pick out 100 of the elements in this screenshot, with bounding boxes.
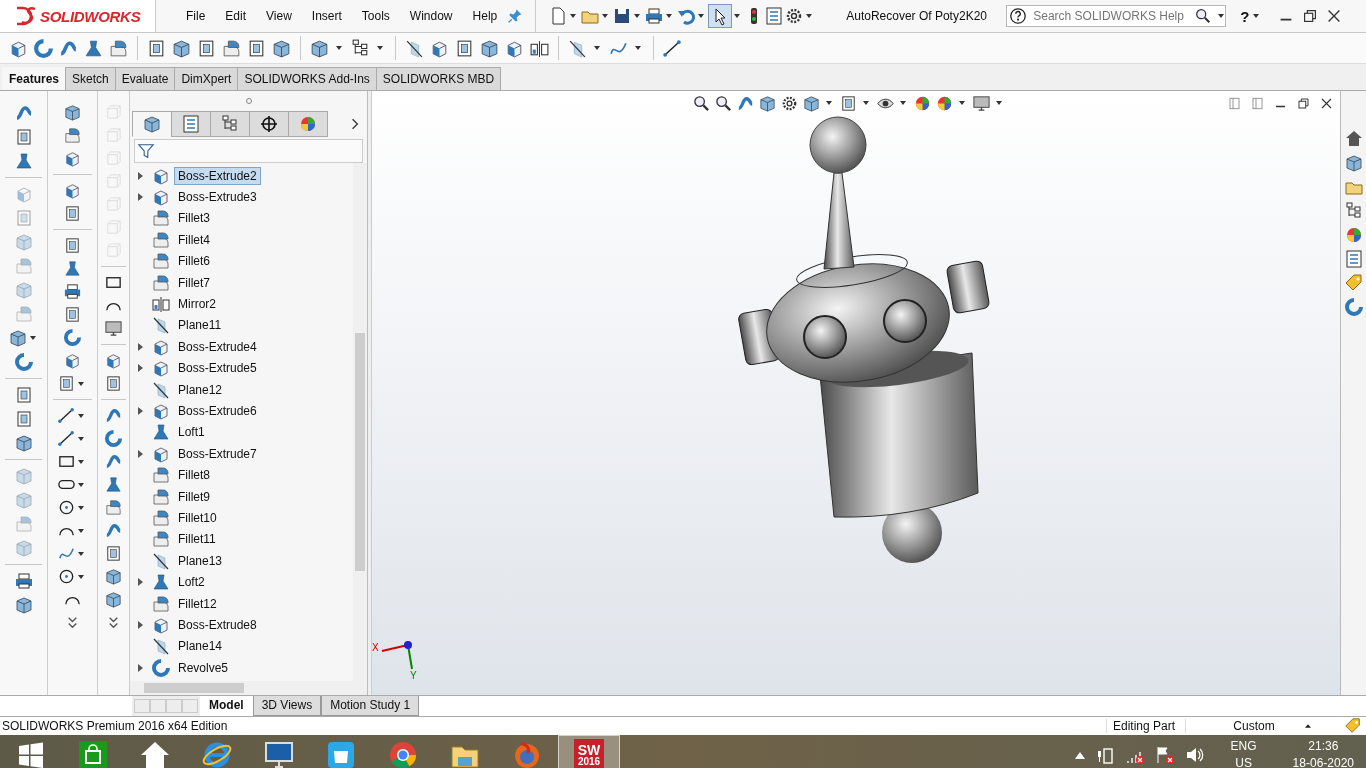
tree-item[interactable]: Boss-Extrude3 [174, 188, 261, 207]
expand-arrow-icon[interactable] [138, 663, 143, 672]
box-icon[interactable] [271, 37, 292, 59]
tree-item[interactable]: Plane13 [174, 551, 227, 570]
command-tab[interactable]: SOLIDWORKS Add-Ins [237, 67, 377, 90]
menu-item[interactable]: Help [462, 9, 508, 23]
command-tab[interactable]: Evaluate [114, 67, 176, 90]
restore-icon[interactable] [1296, 95, 1311, 111]
frame-icon[interactable] [63, 236, 82, 255]
caret-icon[interactable] [666, 14, 673, 18]
tag-icon[interactable] [1344, 717, 1362, 735]
region-text[interactable]: US [1235, 755, 1252, 768]
caret-icon[interactable] [1218, 14, 1225, 18]
expand-arrow-icon[interactable] [138, 407, 143, 415]
caret-icon[interactable] [78, 574, 84, 579]
command-tab[interactable]: Features [2, 67, 67, 90]
shopping-bag-icon[interactable] [325, 739, 357, 768]
command-tab[interactable]: SOLIDWORKS MBD [375, 67, 502, 90]
menu-item[interactable]: Insert [301, 9, 352, 23]
tree-item[interactable]: Boss-Extrude5 [174, 359, 261, 378]
zoom-icon[interactable] [714, 93, 733, 113]
clock-time[interactable]: 21:36 [1308, 738, 1339, 755]
print-icon[interactable] [644, 6, 665, 26]
box-icon[interactable] [479, 37, 500, 59]
tree-item[interactable]: Fillet9 [174, 487, 214, 506]
line-icon[interactable] [57, 429, 76, 448]
monitor-icon[interactable] [972, 93, 991, 113]
speaker-icon[interactable] [1184, 745, 1205, 765]
store-icon[interactable] [77, 739, 109, 768]
box-icon[interactable] [758, 93, 777, 113]
units-selector[interactable]: Custom [1206, 719, 1302, 733]
line-icon[interactable] [57, 406, 76, 425]
caret-icon[interactable] [635, 46, 641, 50]
tree-item[interactable]: Fillet8 [174, 466, 214, 485]
cube-icon[interactable] [63, 181, 82, 200]
box-icon[interactable] [13, 433, 34, 453]
caret-icon[interactable] [29, 336, 36, 340]
caret-icon[interactable] [863, 101, 869, 105]
caret-icon[interactable] [78, 413, 84, 418]
tree-item[interactable]: Fillet11 [174, 530, 220, 549]
tree-item[interactable]: Boss-Extrude7 [174, 444, 261, 463]
language-text[interactable]: ENG [1230, 738, 1257, 755]
house-icon[interactable] [139, 739, 171, 768]
command-tab[interactable]: Sketch [65, 67, 116, 90]
expand-arrow-icon[interactable] [138, 449, 143, 458]
caret-icon[interactable] [336, 46, 342, 50]
menu-item[interactable]: Edit [215, 9, 257, 23]
caret-icon[interactable] [78, 381, 84, 386]
rounded-block-icon[interactable] [104, 498, 123, 517]
search-input[interactable]: Search SOLIDWORKS Help [1031, 9, 1191, 23]
view-tab[interactable]: Motion Study 1 [321, 696, 420, 716]
flared-solid-icon[interactable] [63, 259, 82, 278]
scrollbar[interactable] [130, 681, 367, 695]
command-tab[interactable]: DimXpert [174, 67, 239, 90]
tree-item[interactable]: Plane12 [174, 380, 227, 399]
menu-item[interactable]: File [176, 9, 216, 23]
print-icon[interactable] [63, 282, 82, 301]
flared-solid-icon[interactable] [13, 151, 34, 171]
search-field[interactable]: Search SOLIDWORKS Help [1006, 5, 1227, 27]
caret-icon[interactable] [78, 436, 84, 441]
panel-icon[interactable] [1250, 95, 1265, 111]
expand-arrow-icon[interactable] [138, 193, 143, 202]
hierarchy-icon[interactable] [1343, 201, 1364, 221]
box-icon[interactable] [7, 328, 28, 348]
box-icon[interactable] [309, 37, 330, 59]
box-icon[interactable] [1343, 153, 1364, 173]
tree-item[interactable]: Fillet3 [174, 209, 214, 228]
menu-item[interactable]: View [256, 9, 302, 23]
rounded-block-icon[interactable] [63, 126, 82, 145]
box-icon[interactable] [13, 595, 34, 615]
monitor-icon[interactable] [104, 319, 123, 338]
caret-icon[interactable] [959, 101, 965, 105]
monitor-icon[interactable] [263, 739, 295, 768]
caret-icon[interactable] [996, 101, 1002, 105]
caret-icon[interactable] [900, 101, 906, 105]
box-icon[interactable] [802, 93, 821, 113]
box-icon[interactable] [104, 567, 123, 586]
select-tool-button[interactable] [708, 4, 733, 28]
box-icon[interactable] [63, 103, 82, 122]
caret-icon[interactable] [377, 46, 383, 50]
circle-icon[interactable] [57, 498, 76, 517]
tree-item[interactable]: Revolve5 [174, 658, 233, 677]
chrome-icon[interactable] [387, 739, 419, 768]
expand-arrow-icon[interactable] [138, 620, 143, 629]
caret-icon[interactable] [602, 14, 609, 18]
tree-item[interactable]: Boss-Extrude6 [174, 402, 261, 420]
tag-icon[interactable] [1343, 273, 1364, 293]
view-tab[interactable]: 3D Views [252, 696, 322, 716]
tree-item[interactable]: Plane11 [174, 316, 226, 335]
caret-icon[interactable] [78, 528, 84, 533]
cube-icon[interactable] [63, 149, 82, 168]
tree-item[interactable]: Boss-Extrude2 [174, 166, 261, 185]
caret-icon[interactable] [734, 14, 741, 18]
expand-arrow-icon[interactable] [138, 171, 143, 180]
show-hidden-icons-icon[interactable] [1074, 751, 1085, 759]
zoom-icon[interactable] [1194, 7, 1213, 25]
menu-item[interactable]: Tools [351, 9, 400, 23]
caret-icon[interactable] [570, 14, 577, 18]
help-button[interactable]: ? [1238, 7, 1252, 25]
caret-icon[interactable] [1253, 14, 1260, 18]
